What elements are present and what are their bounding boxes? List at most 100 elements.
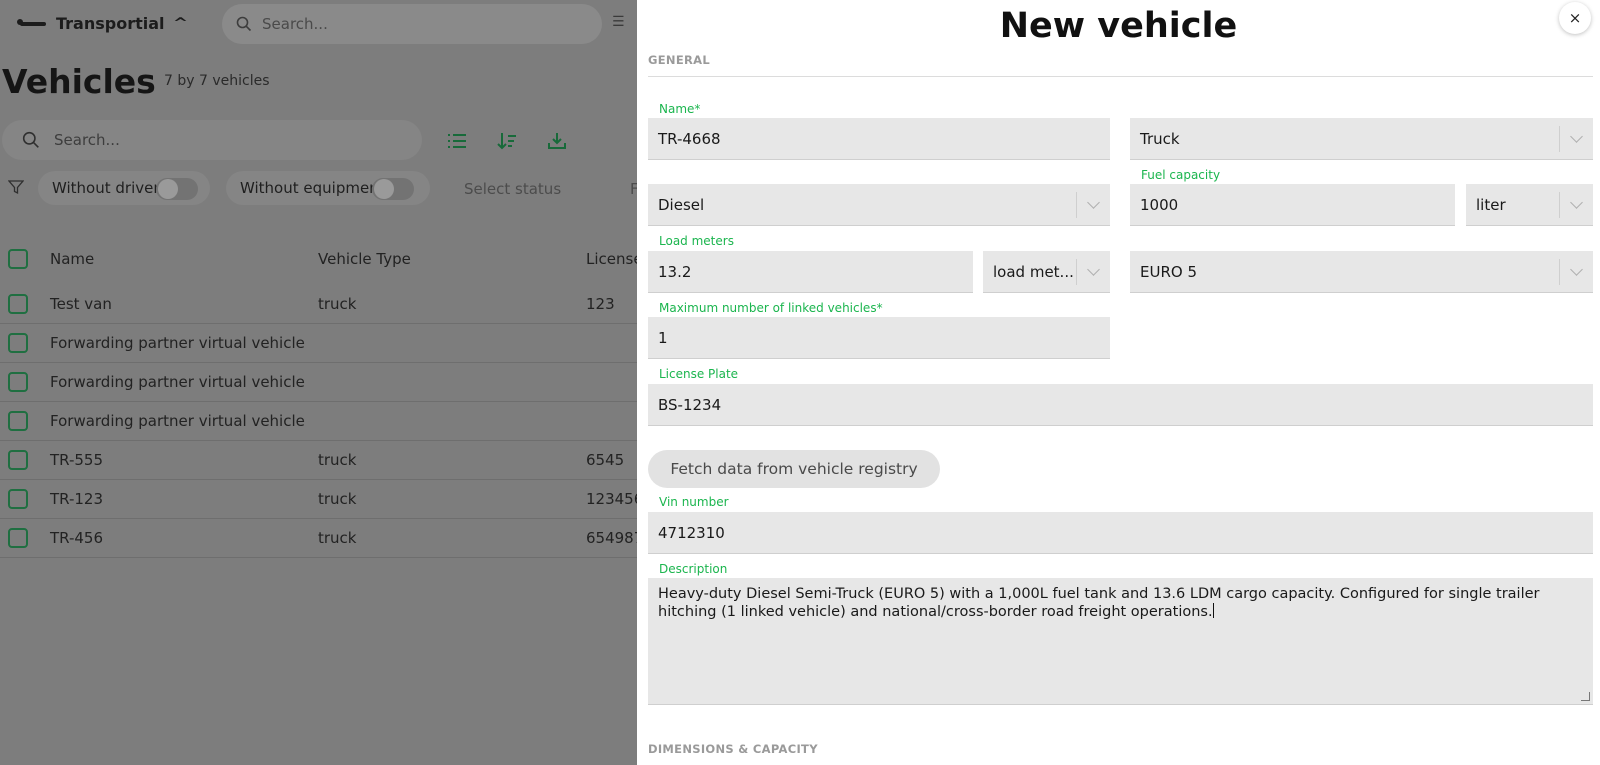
fuel-type-value: Diesel [658,195,705,214]
emission-dropdown-toggle[interactable] [1559,259,1593,285]
row-vehicle-type: truck [318,295,357,313]
emission-class-select[interactable]: EURO 5 [1130,251,1593,293]
download-button[interactable] [540,124,574,158]
load-unit-dropdown-toggle[interactable] [1076,259,1110,285]
vin-field[interactable]: 4712310 [648,512,1593,554]
list-search-input[interactable]: Search... [2,120,422,160]
new-vehicle-drawer: New vehicle × GENERAL Name* TR-4668 Truc… [637,0,1600,765]
max-linked-vehicles-value: 1 [658,328,668,347]
chevron-down-icon [1087,196,1100,209]
fuel-type-select[interactable]: Diesel [648,184,1110,226]
table-row[interactable]: TR-456 truck 654987 [0,519,637,558]
chevron-down-icon [1570,130,1583,143]
license-plate-value: BS-1234 [658,395,722,414]
search-icon [22,131,39,148]
without-driver-label: Without driver [52,179,160,197]
name-field[interactable]: TR-4668 [648,118,1110,160]
description-value: Heavy-duty Diesel Semi-Truck (EURO 5) wi… [658,586,1540,620]
fuel-capacity-field[interactable]: 1000 [1130,184,1455,226]
load-meters-label: Load meters [659,234,734,248]
fuel-capacity-unit-value: liter [1476,195,1506,214]
row-checkbox[interactable] [8,294,28,314]
select-status-dropdown[interactable]: Select status [464,180,561,198]
without-driver-toggle[interactable] [156,178,198,200]
row-checkbox[interactable] [8,450,28,470]
fuel-capacity-value: 1000 [1140,195,1179,214]
load-meters-unit-value: load met... [993,262,1074,281]
search-icon [236,16,252,32]
drawer-title: New vehicle [999,6,1238,46]
without-equipment-toggle[interactable] [372,178,414,200]
description-textarea[interactable]: Heavy-duty Diesel Semi-Truck (EURO 5) wi… [648,578,1593,705]
sort-icon [497,133,516,150]
row-name: Test van [50,295,112,313]
column-header-vehicle-type[interactable]: Vehicle Type [318,250,411,268]
top-bar: Transportial ^ Search... ☰ [0,0,637,48]
select-all-checkbox[interactable] [8,249,28,269]
column-header-license[interactable]: License [586,250,637,268]
row-checkbox[interactable] [8,411,28,431]
download-icon [548,133,566,149]
description-label: Description [659,562,728,576]
fuel-capacity-label: Fuel capacity [1141,168,1221,182]
name-label: Name* [659,102,701,116]
fuel-type-dropdown-toggle[interactable] [1076,192,1110,218]
section-dimensions-heading: DIMENSIONS & CAPACITY [648,742,818,756]
text-caret [1212,603,1214,618]
row-name: Forwarding partner virtual vehicle [50,334,305,352]
table-row[interactable]: Test van truck 123 [0,285,637,324]
table-header: Name Vehicle Type License [0,240,637,278]
row-checkbox[interactable] [8,528,28,548]
page-title: Vehicles [2,62,156,101]
fetch-registry-button[interactable]: Fetch data from vehicle registry [648,450,940,488]
table-row[interactable]: Forwarding partner virtual vehicle [0,402,637,441]
row-checkbox[interactable] [8,489,28,509]
close-button[interactable]: × [1559,2,1591,34]
app-switcher[interactable]: Transportial ^ [17,14,188,33]
row-name: TR-555 [50,451,104,469]
fuel-unit-dropdown-toggle[interactable] [1559,192,1593,218]
without-driver-filter[interactable]: Without driver [38,171,210,205]
vehicle-type-select[interactable]: Truck [1130,118,1593,160]
max-linked-vehicles-label: Maximum number of linked vehicles* [659,301,883,315]
row-license: 123456 [586,490,637,508]
row-name: Forwarding partner virtual vehicle [50,373,305,391]
load-meters-field[interactable]: 13.2 [648,251,973,293]
row-vehicle-type: truck [318,529,357,547]
resize-handle-icon[interactable] [1581,692,1590,701]
truncated-filter-text: F [630,180,637,198]
table-row[interactable]: Forwarding partner virtual vehicle [0,363,637,402]
app-name: Transportial [56,14,165,33]
vehicle-type-dropdown-toggle[interactable] [1559,126,1593,152]
max-linked-vehicles-field[interactable]: 1 [648,317,1110,359]
without-equipment-label: Without equipment [240,179,385,197]
fuel-capacity-unit-select[interactable]: liter [1466,184,1593,226]
column-header-name[interactable]: Name [50,250,94,268]
chevron-up-icon: ^ [172,16,188,31]
row-checkbox[interactable] [8,333,28,353]
row-checkbox[interactable] [8,372,28,392]
sort-button[interactable] [490,124,524,158]
vin-value: 4712310 [658,523,725,542]
table-row[interactable]: TR-123 truck 123456 [0,480,637,519]
without-equipment-filter[interactable]: Without equipment [226,171,430,205]
filter-row: Without driver Without equipment Select … [0,170,637,206]
section-divider [648,76,1593,77]
table-row[interactable]: Forwarding partner virtual vehicle [0,324,637,363]
row-license: 6545 [586,451,625,469]
license-plate-label: License Plate [659,367,739,381]
close-icon: × [1568,9,1582,27]
vin-label: Vin number [659,495,729,509]
list-search-placeholder: Search... [54,131,120,149]
chevron-down-icon [1087,263,1100,276]
chevron-down-icon [1570,196,1583,209]
global-search-input[interactable]: Search... [222,4,602,44]
table-row[interactable]: TR-555 truck 6545 [0,441,637,480]
list-view-button[interactable] [440,124,474,158]
brand-logo-icon [17,18,46,26]
license-plate-field[interactable]: BS-1234 [648,384,1593,426]
section-general-heading: GENERAL [648,53,710,67]
load-meters-unit-select[interactable]: load met... [983,251,1110,293]
filter-settings-icon[interactable]: ☰ [612,14,634,34]
filter-icon[interactable] [8,179,24,195]
